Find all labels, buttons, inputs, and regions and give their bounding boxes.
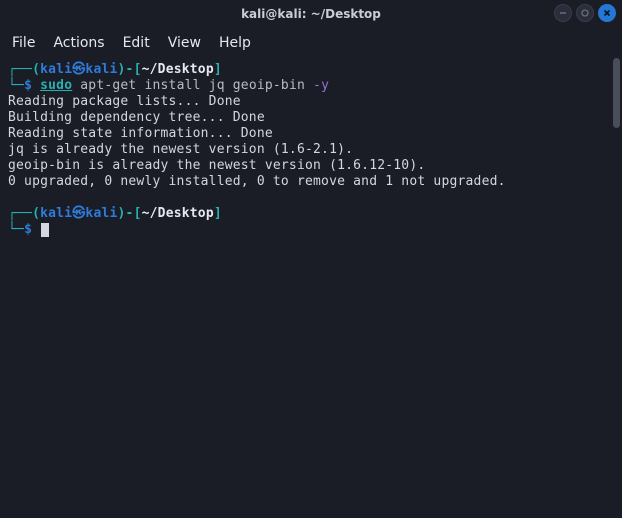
cmd-rest: apt-get install jq geoip-bin — [72, 78, 313, 93]
prompt-dollar: $ — [24, 78, 32, 93]
prompt-sep: )-[ — [118, 206, 142, 221]
prompt-host: kali — [85, 206, 117, 221]
prompt-sep: )-[ — [118, 62, 142, 77]
prompt-corner: ┌──( — [8, 62, 40, 77]
menubar: File Actions Edit View Help — [0, 28, 622, 58]
skull-icon: ㉿ — [72, 62, 85, 78]
prompt-corner-bot: └─ — [8, 78, 24, 93]
output-line: 0 upgraded, 0 newly installed, 0 to remo… — [8, 174, 506, 189]
titlebar: kali@kali: ~/Desktop — [0, 0, 622, 28]
output-line: Reading state information... Done — [8, 126, 273, 141]
prompt-user: kali — [40, 62, 72, 77]
maximize-button[interactable] — [576, 4, 594, 22]
prompt-corner: ┌──( — [8, 206, 40, 221]
output-line: Reading package lists... Done — [8, 94, 241, 109]
cmd-flag: -y — [313, 78, 329, 93]
prompt-corner-bot: └─ — [8, 222, 24, 237]
cmd-sudo: sudo — [40, 78, 72, 93]
output-line: geoip-bin is already the newest version … — [8, 158, 425, 173]
skull-icon: ㉿ — [72, 206, 85, 222]
output-line: Building dependency tree... Done — [8, 110, 265, 125]
menu-view[interactable]: View — [168, 35, 201, 51]
menu-help[interactable]: Help — [219, 35, 251, 51]
window-title: kali@kali: ~/Desktop — [241, 7, 381, 21]
output-line: jq is already the newest version (1.6-2.… — [8, 142, 353, 157]
menu-actions[interactable]: Actions — [53, 35, 104, 51]
prompt-path: ~/Desktop — [142, 62, 214, 77]
window-controls — [554, 4, 616, 22]
prompt-close: ] — [214, 62, 222, 77]
terminal-output: ┌──(kali㉿kali)-[~/Desktop] └─$ sudo apt-… — [8, 62, 614, 238]
menu-edit[interactable]: Edit — [123, 35, 150, 51]
prompt-host: kali — [85, 62, 117, 77]
terminal-area[interactable]: ┌──(kali㉿kali)-[~/Desktop] └─$ sudo apt-… — [0, 58, 622, 518]
scrollbar-thumb[interactable] — [613, 58, 620, 128]
prompt-user: kali — [40, 206, 72, 221]
menu-file[interactable]: File — [12, 35, 35, 51]
prompt-path: ~/Desktop — [142, 206, 214, 221]
minimize-button[interactable] — [554, 4, 572, 22]
prompt-dollar: $ — [24, 222, 32, 237]
close-button[interactable] — [598, 4, 616, 22]
prompt-close: ] — [214, 206, 222, 221]
cursor-block — [41, 223, 49, 237]
